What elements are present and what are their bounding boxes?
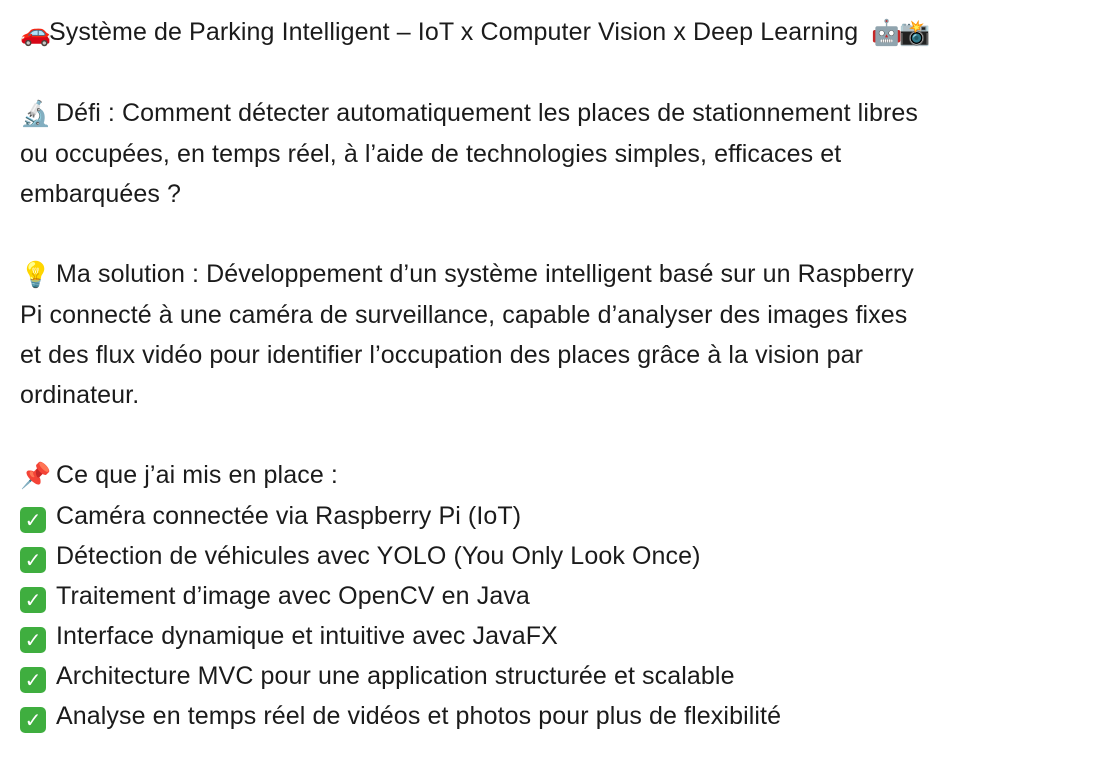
list-item-text: Interface dynamique et intuitive avec Ja… bbox=[56, 622, 558, 650]
camera-flash-icon: 📸 bbox=[899, 18, 931, 47]
solution-text: Pi connecté à une caméra de surveillance… bbox=[20, 301, 908, 329]
robot-icon: 🤖 bbox=[871, 18, 903, 47]
challenge-text: embarquées ? bbox=[20, 180, 182, 208]
check-mark-button-icon: ✓ bbox=[20, 627, 46, 653]
list-item: ✓ Architecture MVC pour une application s… bbox=[20, 656, 1080, 696]
implemented-heading-line: 📌 Ce que j’ai mis en place : bbox=[20, 455, 1080, 496]
solution-line: et des flux vidéo pour identifier l’occu… bbox=[20, 335, 1080, 375]
post-title: Système de Parking Intelligent – IoT x C… bbox=[49, 18, 859, 46]
list-item-text: Traitement d’image avec OpenCV en Java bbox=[56, 582, 530, 610]
post-title-line: 🚗Système de Parking Intelligent – IoT x … bbox=[20, 12, 1080, 53]
implemented-heading: Ce que j’ai mis en place : bbox=[56, 461, 338, 489]
check-mark-button-icon: ✓ bbox=[20, 507, 46, 533]
check-mark-button-icon: ✓ bbox=[20, 667, 46, 693]
list-item-text: Analyse en temps réel de vidéos et photo… bbox=[56, 702, 782, 730]
challenge-text: Défi : Comment détecter automatiquement … bbox=[56, 99, 919, 127]
check-mark-button-icon: ✓ bbox=[20, 707, 46, 733]
list-item: ✓ Interface dynamique et intuitive avec J… bbox=[20, 616, 1080, 656]
solution-line: Pi connecté à une caméra de surveillance… bbox=[20, 295, 1080, 335]
challenge-line: 🔬 Défi : Comment détecter automatiquement… bbox=[20, 93, 1080, 134]
car-icon: 🚗 bbox=[20, 18, 52, 47]
microscope-icon: 🔬 bbox=[20, 99, 52, 128]
solution-line: ordinateur. bbox=[20, 375, 1080, 415]
list-item: ✓ Traitement d’image avec OpenCV en Java bbox=[20, 576, 1080, 616]
list-item: ✓ Caméra connectée via Raspberry Pi (IoT) bbox=[20, 496, 1080, 536]
solution-text: Ma solution : Développement d’un système… bbox=[56, 260, 914, 288]
challenge-text: ou occupées, en temps réel, à l’aide de … bbox=[20, 140, 842, 168]
list-item-text: Caméra connectée via Raspberry Pi (IoT) bbox=[56, 502, 522, 530]
pushpin-icon: 📌 bbox=[20, 461, 52, 490]
check-mark-button-icon: ✓ bbox=[20, 587, 46, 613]
solution-text: ordinateur. bbox=[20, 381, 140, 409]
list-item: ✓ Détection de véhicules avec YOLO (You O… bbox=[20, 536, 1080, 576]
post-body: 🚗Système de Parking Intelligent – IoT x … bbox=[20, 12, 1080, 736]
challenge-line: embarquées ? bbox=[20, 174, 1080, 214]
list-item: ✓ Analyse en temps réel de vidéos et phot… bbox=[20, 696, 1080, 736]
solution-text: et des flux vidéo pour identifier l’occu… bbox=[20, 341, 864, 369]
solution-line: 💡 Ma solution : Développement d’un systèm… bbox=[20, 254, 1080, 295]
challenge-line: ou occupées, en temps réel, à l’aide de … bbox=[20, 134, 1080, 174]
list-item-text: Détection de véhicules avec YOLO (You On… bbox=[56, 542, 701, 570]
list-item-text: Architecture MVC pour une application st… bbox=[56, 662, 735, 690]
check-mark-button-icon: ✓ bbox=[20, 547, 46, 573]
lightbulb-icon: 💡 bbox=[20, 260, 52, 289]
